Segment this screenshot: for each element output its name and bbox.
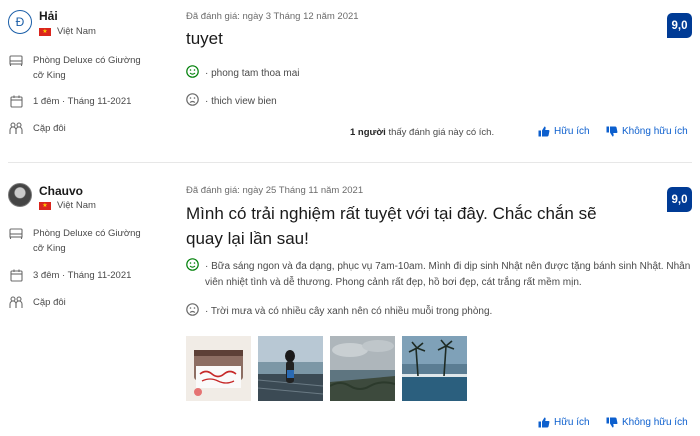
room-type-label: Phòng Deluxe có Giường cỡ King: [33, 55, 141, 81]
helpful-label: Hữu ích: [554, 417, 590, 428]
review-title: tuyet: [186, 29, 223, 48]
not-helpful-label: Không hữu ích: [622, 417, 688, 428]
review-title: Mình có trải nghiệm rất tuyệt với tại đâ…: [186, 204, 597, 248]
review-photo-cloudy-coast[interactable]: [330, 336, 395, 401]
review-card: Chauvo ★ Việt Nam Phòng Deluxe có Giường…: [0, 170, 700, 436]
helpful-count-text: 1 người thấy đánh giá này có ích.: [350, 127, 494, 138]
room-type: Phòng Deluxe có Giường cỡ King: [8, 53, 153, 83]
happy-face-icon: [186, 258, 199, 271]
reviewer-country: ★ Việt Nam: [39, 200, 96, 211]
reviewer-name: Chauvo: [39, 184, 84, 198]
thumbs-down-icon: [606, 126, 618, 137]
stay-info: 3 đêm · Tháng 11-2021: [8, 268, 153, 283]
review-photo-cake[interactable]: [186, 336, 251, 401]
group-label: Cặp đôi: [33, 123, 66, 134]
country-label: Việt Nam: [57, 26, 96, 37]
thumbs-down-icon: [606, 417, 618, 428]
couple-icon: [8, 295, 24, 309]
liked-label: · Bữa sáng ngon và đa dạng, phục vụ 7am-…: [205, 261, 691, 288]
avatar: Đ: [8, 10, 32, 34]
bed-icon: [8, 226, 24, 240]
thumbs-up-icon: [538, 126, 550, 137]
liked-label: · phong tam thoa mai: [205, 68, 300, 79]
review-card: Đ Hải ★ Việt Nam Phòng Deluxe có Giường …: [0, 0, 700, 160]
happy-face-icon: [186, 65, 199, 78]
review-photo-pool[interactable]: [402, 336, 467, 401]
disliked-label: · thich view bien: [205, 96, 277, 107]
review-photo-seaside[interactable]: [258, 336, 323, 401]
score-badge: 9,0: [667, 13, 692, 38]
not-helpful-button[interactable]: Không hữu ích: [606, 417, 688, 428]
review-date: Đã đánh giá: ngày 25 Tháng 11 năm 2021: [186, 185, 364, 196]
thumbs-up-icon: [538, 417, 550, 428]
vietnam-flag-icon: ★: [39, 27, 51, 36]
helpful-button[interactable]: Hữu ích: [538, 417, 590, 428]
review-photos: [186, 336, 467, 401]
helpful-sentence: thấy đánh giá này có ích.: [385, 127, 495, 138]
score-badge: 9,0: [667, 187, 692, 212]
calendar-icon: [8, 268, 24, 282]
stay-info: 1 đêm · Tháng 11-2021: [8, 94, 153, 109]
disliked-label: · Trời mưa và có nhiều cây xanh nên có n…: [205, 306, 493, 317]
divider: [8, 162, 692, 163]
review-date: Đã đánh giá: ngày 3 Tháng 12 năm 2021: [186, 11, 359, 22]
vietnam-flag-icon: ★: [39, 201, 51, 210]
sad-face-icon: [186, 93, 199, 106]
couple-icon: [8, 121, 24, 135]
bed-icon: [8, 53, 24, 67]
helpful-count: 1 người: [350, 127, 386, 138]
disliked-text: · thich view bien: [186, 93, 277, 110]
sad-face-icon: [186, 303, 199, 316]
not-helpful-button[interactable]: Không hữu ích: [606, 126, 688, 137]
not-helpful-label: Không hữu ích: [622, 126, 688, 137]
traveler-group: Cặp đôi: [8, 295, 153, 310]
stay-label: 3 đêm · Tháng 11-2021: [33, 270, 132, 281]
liked-text: · Bữa sáng ngon và đa dạng, phục vụ 7am-…: [186, 258, 696, 291]
helpful-button[interactable]: Hữu ích: [538, 126, 590, 137]
traveler-group: Cặp đôi: [8, 121, 153, 136]
country-label: Việt Nam: [57, 200, 96, 211]
helpful-label: Hữu ích: [554, 126, 590, 137]
calendar-icon: [8, 94, 24, 108]
room-type-label: Phòng Deluxe có Giường cỡ King: [33, 228, 141, 254]
reviewer-name: Hải: [39, 9, 58, 23]
group-label: Cặp đôi: [33, 297, 66, 308]
reviewer-country: ★ Việt Nam: [39, 26, 96, 37]
avatar: [8, 183, 32, 207]
liked-text: · phong tam thoa mai: [186, 65, 300, 82]
disliked-text: · Trời mưa và có nhiều cây xanh nên có n…: [186, 303, 493, 320]
room-type: Phòng Deluxe có Giường cỡ King: [8, 226, 153, 256]
stay-label: 1 đêm · Tháng 11-2021: [33, 96, 132, 107]
